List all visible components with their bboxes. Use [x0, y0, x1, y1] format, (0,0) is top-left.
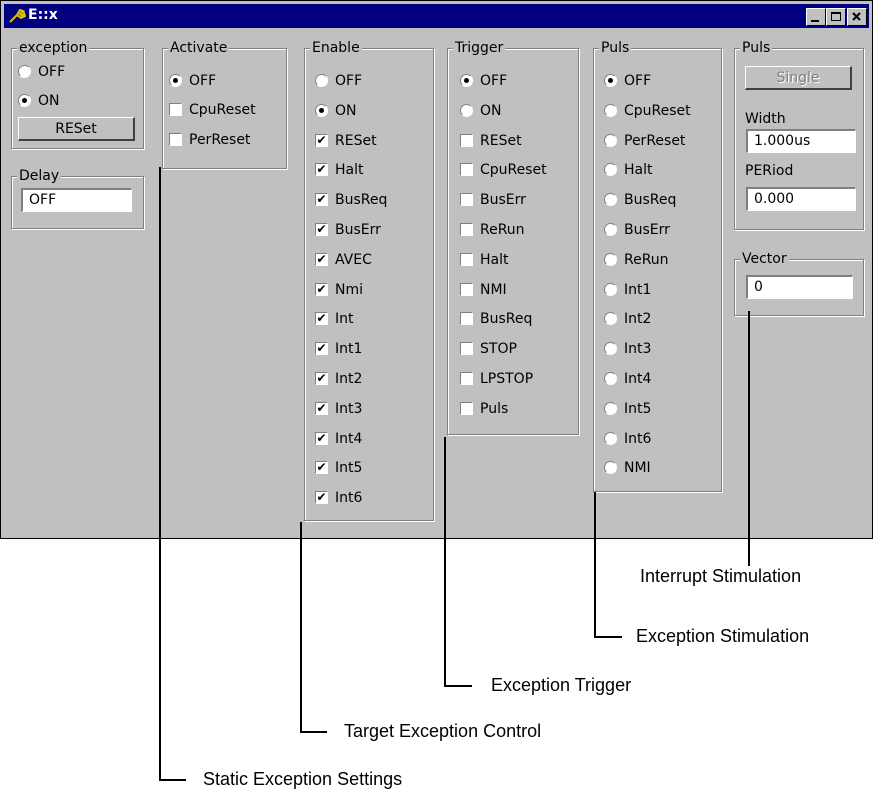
exception-group-label: exception	[17, 40, 90, 56]
period-field[interactable]: 0.000	[746, 187, 856, 211]
minimize-button[interactable]	[806, 8, 826, 26]
checkbox-checked-icon: ✔	[315, 251, 328, 266]
close-icon	[852, 12, 861, 21]
annotation-interrupt-stimulation: Interrupt Stimulation	[640, 566, 802, 586]
callout-hline-target	[300, 731, 327, 733]
radio-selected-icon	[169, 74, 182, 87]
checkbox-icon	[460, 133, 473, 147]
wrench-icon	[9, 8, 26, 23]
checkbox-checked-icon: ✔	[315, 281, 328, 296]
radio-selected-icon	[460, 74, 473, 87]
checkbox-checked-icon: ✔	[315, 222, 328, 236]
trigger-group-label: Trigger	[453, 40, 506, 56]
radio-selected-icon	[18, 94, 31, 107]
width-label: Width	[743, 111, 788, 127]
radio-icon	[604, 163, 617, 177]
checkbox-checked-icon: ✔	[315, 371, 328, 385]
trigger-group: Trigger OFF ON RESet CpuReset BusErr ReRun Hal…	[447, 40, 579, 435]
puls-control-label: Puls	[740, 40, 773, 56]
checkbox-icon	[460, 163, 473, 177]
annotation-static-exception-settings: Static Exception Settings	[203, 769, 403, 789]
enable-group-label: Enable	[310, 40, 362, 56]
annotation-exception-trigger: Exception Trigger	[491, 675, 632, 695]
checkbox-icon	[169, 132, 182, 146]
checkbox-checked-icon: ✔	[315, 341, 328, 356]
delay-group: Delay OFF	[11, 168, 144, 229]
radio-icon	[604, 401, 617, 415]
checkbox-checked-icon: ✔	[315, 400, 328, 415]
title-bar[interactable]: E::x	[4, 4, 869, 28]
checkbox-icon	[460, 193, 473, 207]
minimize-icon	[811, 20, 819, 22]
checkbox-icon	[460, 223, 473, 236]
checkbox-icon	[169, 103, 182, 116]
vector-group-label: Vector	[740, 251, 789, 267]
exception-group: exception OFF ON RESet	[11, 40, 144, 149]
radio-selected-icon	[315, 103, 328, 117]
debugger-window: E::x exception OFF ON RESet Delay OFF Ac…	[0, 0, 873, 539]
maximize-icon	[831, 12, 841, 21]
radio-icon	[604, 461, 617, 475]
enable-group: Enable OFF ON ✔ RESet ✔ Halt ✔ BusReq ✔ BusErr ✔ AV…	[304, 40, 434, 521]
callout-line-target	[300, 522, 302, 733]
callout-line-exception-stim	[594, 492, 596, 638]
checkbox-icon	[460, 282, 473, 296]
delay-field[interactable]: OFF	[21, 188, 132, 212]
maximize-button[interactable]	[826, 8, 846, 26]
activate-group-label: Activate	[168, 40, 230, 56]
checkbox-checked-icon: ✔	[315, 311, 328, 326]
radio-icon	[604, 431, 617, 445]
radio-icon	[604, 342, 617, 356]
callout-hline-static	[159, 779, 186, 781]
annotation-target-exception-control: Target Exception Control	[344, 721, 542, 741]
puls-group: Puls OFF CpuReset PerReset Halt BusReq BusErr…	[593, 40, 722, 492]
radio-icon	[604, 133, 617, 147]
activate-group: Activate OFF CpuReset PerReset	[162, 40, 287, 169]
width-field[interactable]: 1.000us	[746, 129, 856, 153]
radio-selected-icon	[604, 74, 617, 87]
checkbox-icon	[460, 372, 473, 385]
callout-hline-exception-stim	[594, 636, 622, 638]
checkbox-icon	[460, 342, 473, 356]
radio-icon	[460, 103, 473, 117]
delay-group-label: Delay	[17, 168, 62, 184]
checkbox-checked-icon: ✔	[315, 162, 328, 177]
callout-line-static	[159, 167, 161, 781]
radio-icon	[604, 103, 617, 117]
radio-icon	[604, 193, 617, 207]
callout-line-interrupt	[748, 311, 750, 566]
callout-line-trigger	[444, 437, 446, 687]
vector-group: Vector 0	[734, 251, 864, 316]
puls-group-label: Puls	[599, 40, 632, 56]
checkbox-checked-icon: ✔	[315, 192, 328, 207]
period-label: PERiod	[743, 163, 796, 179]
checkbox-checked-icon: ✔	[315, 430, 328, 445]
vector-field[interactable]: 0	[746, 275, 853, 299]
checkbox-checked-icon: ✔	[315, 490, 328, 505]
checkbox-checked-icon: ✔	[315, 460, 328, 475]
radio-icon	[18, 65, 31, 78]
annotation-exception-stimulation: Exception Stimulation	[636, 626, 810, 646]
close-button[interactable]	[847, 8, 867, 26]
checkbox-icon	[460, 252, 473, 266]
window-title: E::x	[28, 7, 58, 23]
radio-icon	[604, 372, 617, 385]
radio-icon	[604, 282, 617, 296]
checkbox-checked-icon: ✔	[315, 132, 328, 147]
callout-hline-trigger	[444, 685, 472, 687]
radio-icon	[604, 312, 617, 326]
radio-icon	[315, 74, 328, 87]
radio-icon	[604, 223, 617, 236]
radio-icon	[604, 252, 617, 266]
checkbox-icon	[460, 401, 473, 415]
reset-button[interactable]: RESet	[18, 117, 135, 141]
checkbox-icon	[460, 312, 473, 326]
single-button[interactable]: Single	[745, 66, 852, 90]
